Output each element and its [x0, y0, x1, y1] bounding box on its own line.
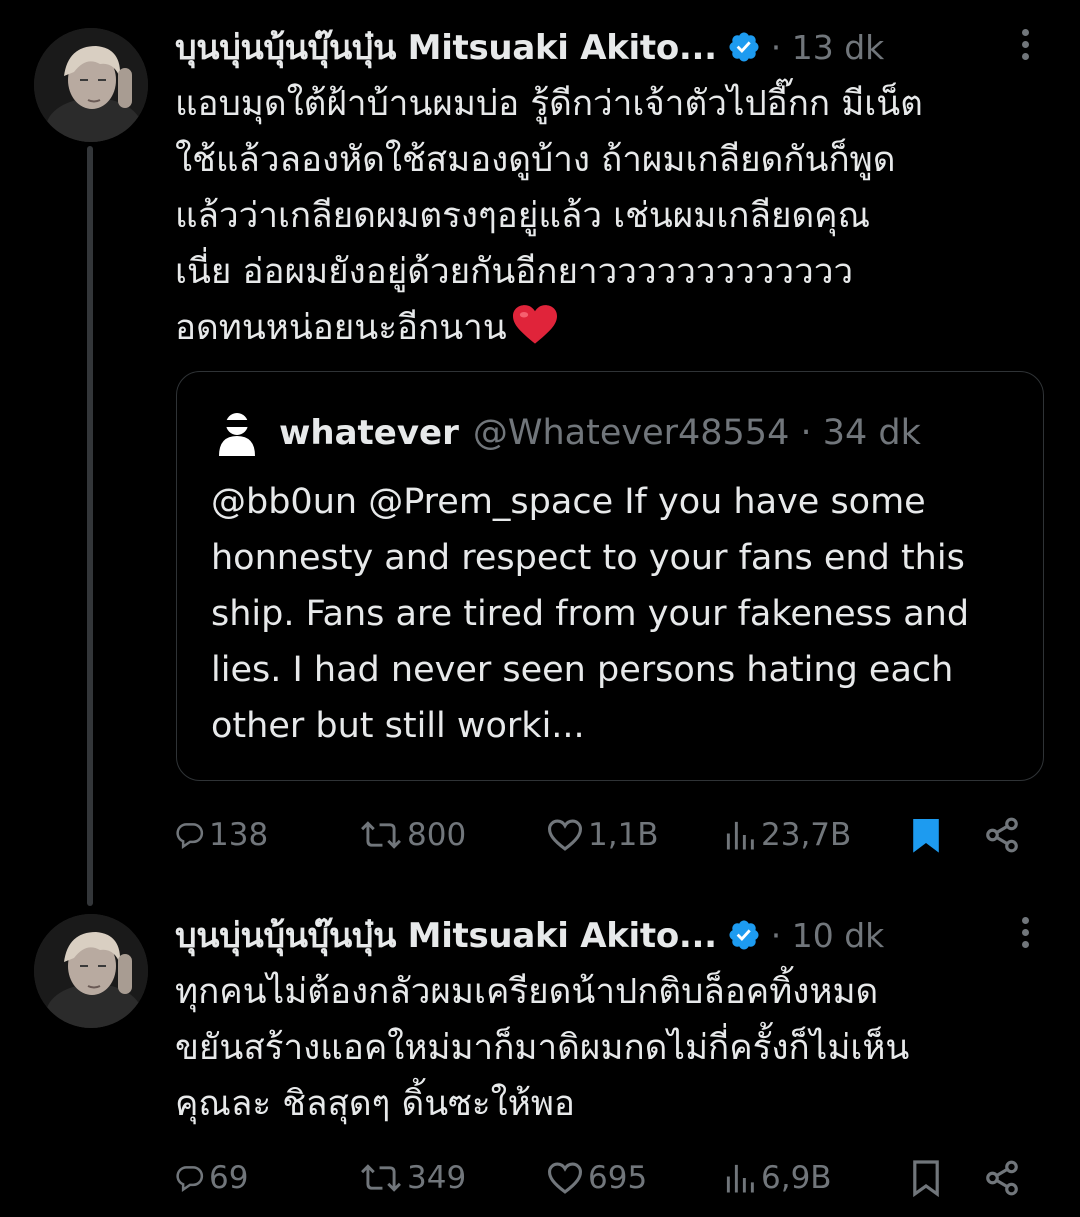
repost-icon: [361, 821, 401, 849]
bookmark-button[interactable]: [910, 810, 942, 860]
bookmark-icon: [913, 1160, 939, 1198]
quoted-tweet-text: @bb0un @Prem_space If you have some honn…: [211, 482, 970, 746]
tweet-2[interactable]: บุนบุ่นบุ้นบุ๊นบุ๋น Mitsuaki Akito... · …: [0, 900, 1080, 1217]
reply-button[interactable]: 138: [175, 810, 268, 860]
quoted-author-name: whatever: [279, 413, 459, 453]
like-button[interactable]: 1,1B: [546, 810, 659, 860]
verified-badge-icon: [729, 920, 759, 950]
author-avatar[interactable]: [34, 28, 148, 142]
reply-count: 138: [209, 817, 269, 853]
heart-icon: [547, 819, 583, 851]
share-button[interactable]: [983, 810, 1021, 860]
reply-icon: [176, 823, 204, 850]
tweet-actions-bar: 69 349 695 6,9B: [175, 1153, 1035, 1203]
quoted-author-handle: @Whatever48554 · 34 dk: [472, 413, 921, 453]
tweet-timestamp[interactable]: · 10 dk: [771, 916, 885, 955]
tweet-1[interactable]: บุนบุ่นบุ้นบุ๊นบุ๋น Mitsuaki Akito... · …: [0, 0, 1080, 900]
quoted-author-avatar-icon[interactable]: [217, 410, 257, 456]
quoted-tweet-card[interactable]: whatever @Whatever48554 · 34 dk @bb0un @…: [176, 371, 1044, 781]
views-chart-icon: [726, 1164, 754, 1193]
repost-button[interactable]: 349: [359, 1153, 466, 1203]
share-icon: [986, 817, 1018, 853]
repost-count: 349: [407, 1160, 467, 1196]
tweet-text: ทุกคนไม่ต้องกลัวผมเครียดน้าปกติบล็อคทิ้ง…: [175, 972, 910, 1124]
bookmark-button[interactable]: [910, 1153, 942, 1203]
tweet-actions-bar: 138 800 1,1B 23,7B: [175, 810, 1035, 860]
share-button[interactable]: [983, 1153, 1021, 1203]
more-options-icon[interactable]: [1010, 914, 1040, 956]
bookmark-filled-icon: [913, 819, 939, 853]
tweet-text: แอบมุดใต้ฝ้าบ้านผมบ่อ รู้ดีกว่าเจ้าตัวไป…: [175, 76, 1055, 356]
reply-icon: [176, 1166, 204, 1193]
share-icon: [986, 1160, 1018, 1196]
views-count: 6,9B: [761, 1160, 832, 1196]
author-avatar[interactable]: [34, 914, 148, 1028]
heart-icon: [547, 1162, 583, 1194]
more-options-icon[interactable]: [1010, 26, 1040, 68]
reply-button[interactable]: 69: [175, 1153, 248, 1203]
verified-badge-icon: [729, 32, 759, 62]
views-button[interactable]: 6,9B: [723, 1153, 832, 1203]
red-heart-emoji-icon: [512, 305, 557, 344]
quoted-tweet-header: whatever @Whatever48554 · 34 dk: [217, 408, 921, 458]
tweet-header: บุนบุ่นบุ้นบุ๊นบุ๋น Mitsuaki Akito... · …: [175, 22, 1040, 72]
like-button[interactable]: 695: [546, 1153, 647, 1203]
repost-button[interactable]: 800: [359, 810, 466, 860]
tweet-header: บุนบุ่นบุ้นบุ๊นบุ๋น Mitsuaki Akito... · …: [175, 910, 1040, 960]
reply-count: 69: [209, 1160, 249, 1196]
author-name[interactable]: บุนบุ่นบุ้นบุ๊นบุ๋น Mitsuaki Akito...: [175, 20, 717, 74]
tweet-timestamp[interactable]: · 13 dk: [771, 28, 885, 67]
views-count: 23,7B: [761, 817, 852, 853]
repost-icon: [361, 1164, 401, 1192]
repost-count: 800: [407, 817, 467, 853]
like-count: 1,1B: [588, 817, 659, 853]
views-chart-icon: [726, 821, 754, 850]
like-count: 695: [588, 1160, 648, 1196]
views-button[interactable]: 23,7B: [723, 810, 851, 860]
author-name[interactable]: บุนบุ่นบุ้นบุ๊นบุ๋น Mitsuaki Akito...: [175, 908, 717, 962]
